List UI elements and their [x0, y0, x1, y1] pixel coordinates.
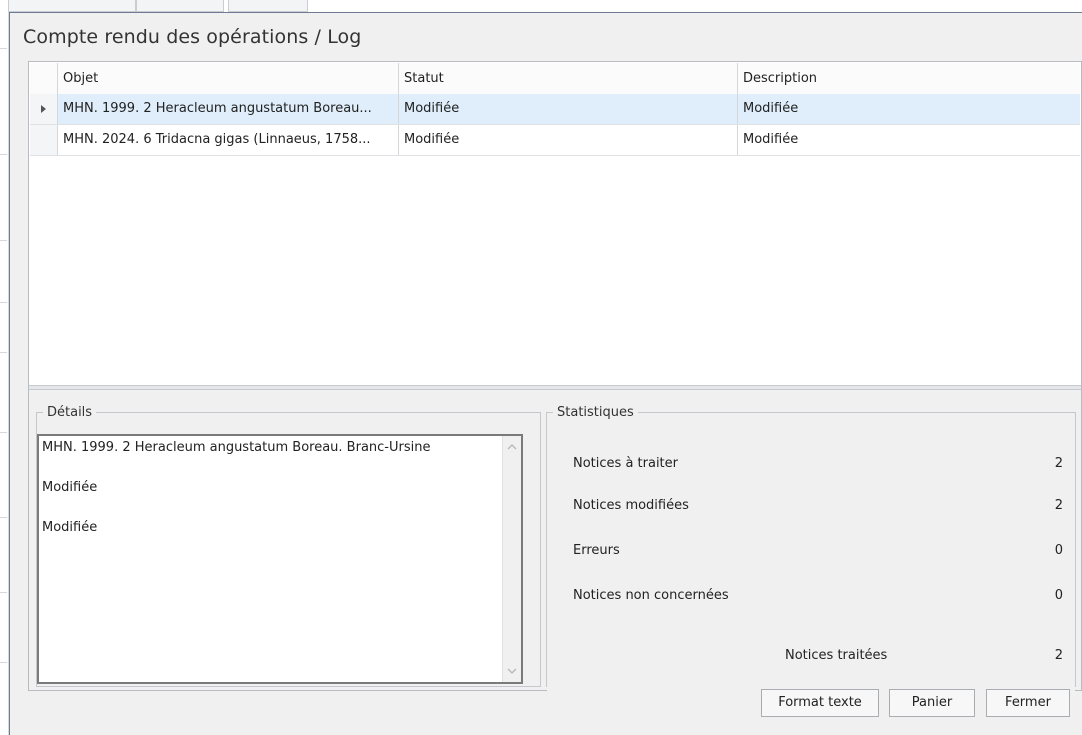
stat-row: Notices à traiter 2 [573, 454, 1063, 474]
cell-statut[interactable]: Modifiée [399, 94, 738, 124]
lower-panel: Détails MHN. 1999. 2 Heracleum angustatu… [29, 390, 1081, 700]
stat-row-total: Notices traitées 2 [573, 646, 1063, 666]
cell-statut[interactable]: Modifiée [399, 125, 738, 155]
stat-row: Notices modifiées 2 [573, 496, 1063, 516]
scroll-up-icon[interactable] [507, 442, 517, 452]
stat-value: 2 [1054, 456, 1063, 471]
background-tab [228, 0, 308, 12]
close-button[interactable]: Fermer [986, 689, 1070, 717]
cell-objet[interactable]: MHN. 2024. 6 Tridacna gigas (Linnaeus, 1… [58, 125, 399, 155]
details-group: Détails MHN. 1999. 2 Heracleum angustatu… [36, 405, 541, 687]
stat-label: Notices non concernées [573, 588, 729, 603]
stat-value: 2 [1054, 498, 1063, 513]
cell-description[interactable]: Modifiée [738, 94, 1080, 124]
log-dialog: Compte rendu des opérations / Log Objet … [9, 12, 1082, 735]
stat-label: Erreurs [573, 543, 620, 558]
stat-row: Erreurs 0 [573, 541, 1063, 561]
operations-grid: Objet Statut Description MHN. 1999. 2 He… [30, 63, 1080, 385]
log-panel: Objet Statut Description MHN. 1999. 2 He… [28, 61, 1082, 700]
background-tab [8, 0, 136, 12]
details-scrollbar[interactable] [502, 436, 521, 682]
format-text-button[interactable]: Format texte [761, 689, 879, 717]
column-header-description[interactable]: Description [738, 63, 1080, 94]
column-header-objet[interactable]: Objet [58, 63, 399, 94]
stat-label: Notices traitées [785, 648, 888, 663]
stat-row: Notices non concernées 0 [573, 586, 1063, 606]
details-text: MHN. 1999. 2 Heracleum angustatum Boreau… [42, 438, 497, 538]
panier-button[interactable]: Panier [889, 689, 975, 717]
row-indicator [30, 94, 58, 124]
statistics-legend: Statistiques [557, 405, 634, 420]
column-header-statut[interactable]: Statut [399, 63, 738, 94]
cell-objet[interactable]: MHN. 1999. 2 Heracleum angustatum Boreau… [58, 94, 399, 124]
stat-label: Notices à traiter [573, 456, 678, 471]
statistics-content: Notices à traiter 2 Notices modifiées 2 … [547, 434, 1075, 700]
grid-header: Objet Statut Description [30, 63, 1080, 95]
table-row[interactable]: MHN. 2024. 6 Tridacna gigas (Linnaeus, 1… [30, 125, 1080, 156]
statistics-group: Statistiques Notices à traiter 2 Notices… [546, 405, 1076, 700]
details-line: Modifiée [42, 520, 98, 535]
scroll-down-icon[interactable] [507, 666, 517, 676]
details-legend: Détails [47, 405, 93, 420]
stat-label: Notices modifiées [573, 498, 689, 513]
stat-value: 0 [1054, 543, 1063, 558]
table-row[interactable]: MHN. 1999. 2 Heracleum angustatum Boreau… [30, 94, 1080, 125]
current-row-arrow-icon [41, 105, 46, 113]
stat-value: 2 [1054, 648, 1063, 663]
details-line: MHN. 1999. 2 Heracleum angustatum Boreau… [42, 440, 431, 455]
row-indicator-header [30, 63, 58, 94]
details-line: Modifiée [42, 480, 98, 495]
row-indicator [30, 125, 58, 155]
dialog-title: Compte rendu des opérations / Log [23, 26, 362, 48]
details-textbox[interactable]: MHN. 1999. 2 Heracleum angustatum Boreau… [37, 434, 523, 684]
background-tab [136, 0, 224, 12]
background-app-left-edge [0, 12, 9, 735]
stat-value: 0 [1054, 588, 1063, 603]
cell-description[interactable]: Modifiée [738, 125, 1080, 155]
